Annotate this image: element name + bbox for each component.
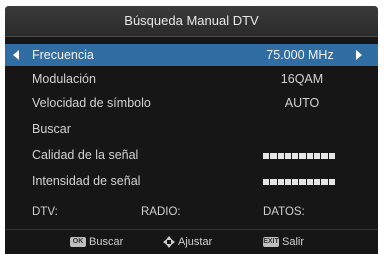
menu-item-modulacion[interactable]: Modulación 16QAM [5,68,378,90]
arrow-left-icon[interactable] [13,50,19,60]
footer-ajustar-hint[interactable]: Ajustar [163,236,212,248]
menu-item-buscar[interactable]: Buscar [5,118,378,140]
velocidad-label: Velocidad de símbolo [32,96,151,110]
datos-count-label: DATOS: [263,206,305,218]
footer-salir-label: Salir [282,236,305,248]
modulacion-label: Modulación [32,72,96,86]
dtv-manual-search-screen: Búsqueda Manual DTV Frecuencia 75.000 MH… [5,6,378,254]
menu-item-calidad-senal: Calidad de la señal [5,144,378,166]
calidad-label: Calidad de la señal [32,148,139,162]
signal-strength-bar [263,179,335,185]
footer-buscar-label: Buscar [89,236,124,248]
footer-buscar-hint[interactable]: OK Buscar [70,236,123,248]
menu-item-frecuencia[interactable]: Frecuencia 75.000 MHz [5,44,378,66]
footer-ajustar-label: Ajustar [178,236,213,248]
menu-item-velocidad-simbolo[interactable]: Velocidad de símbolo AUTO [5,92,378,114]
signal-quality-bar [263,153,335,159]
page-title: Búsqueda Manual DTV [5,6,378,37]
dtv-count-label: DTV: [32,206,58,218]
dpad-icon [163,236,175,248]
radio-count-label: RADIO: [141,206,181,218]
footer-hints: OK Buscar Ajustar EXIT Salir [5,229,378,254]
frecuencia-label: Frecuencia [32,48,94,62]
menu-item-intensidad-senal: Intensidad de señal [5,170,378,192]
buscar-label: Buscar [32,122,71,136]
footer-salir-hint[interactable]: EXIT Salir [263,236,304,248]
velocidad-value: AUTO [284,96,320,110]
arrow-right-icon[interactable] [356,50,362,60]
intensidad-label: Intensidad de señal [32,174,141,188]
frecuencia-value: 75.000 MHz [266,48,334,62]
ok-key-icon: OK [70,237,86,247]
exit-key-icon: EXIT [263,237,279,247]
modulacion-value: 16QAM [280,72,324,86]
